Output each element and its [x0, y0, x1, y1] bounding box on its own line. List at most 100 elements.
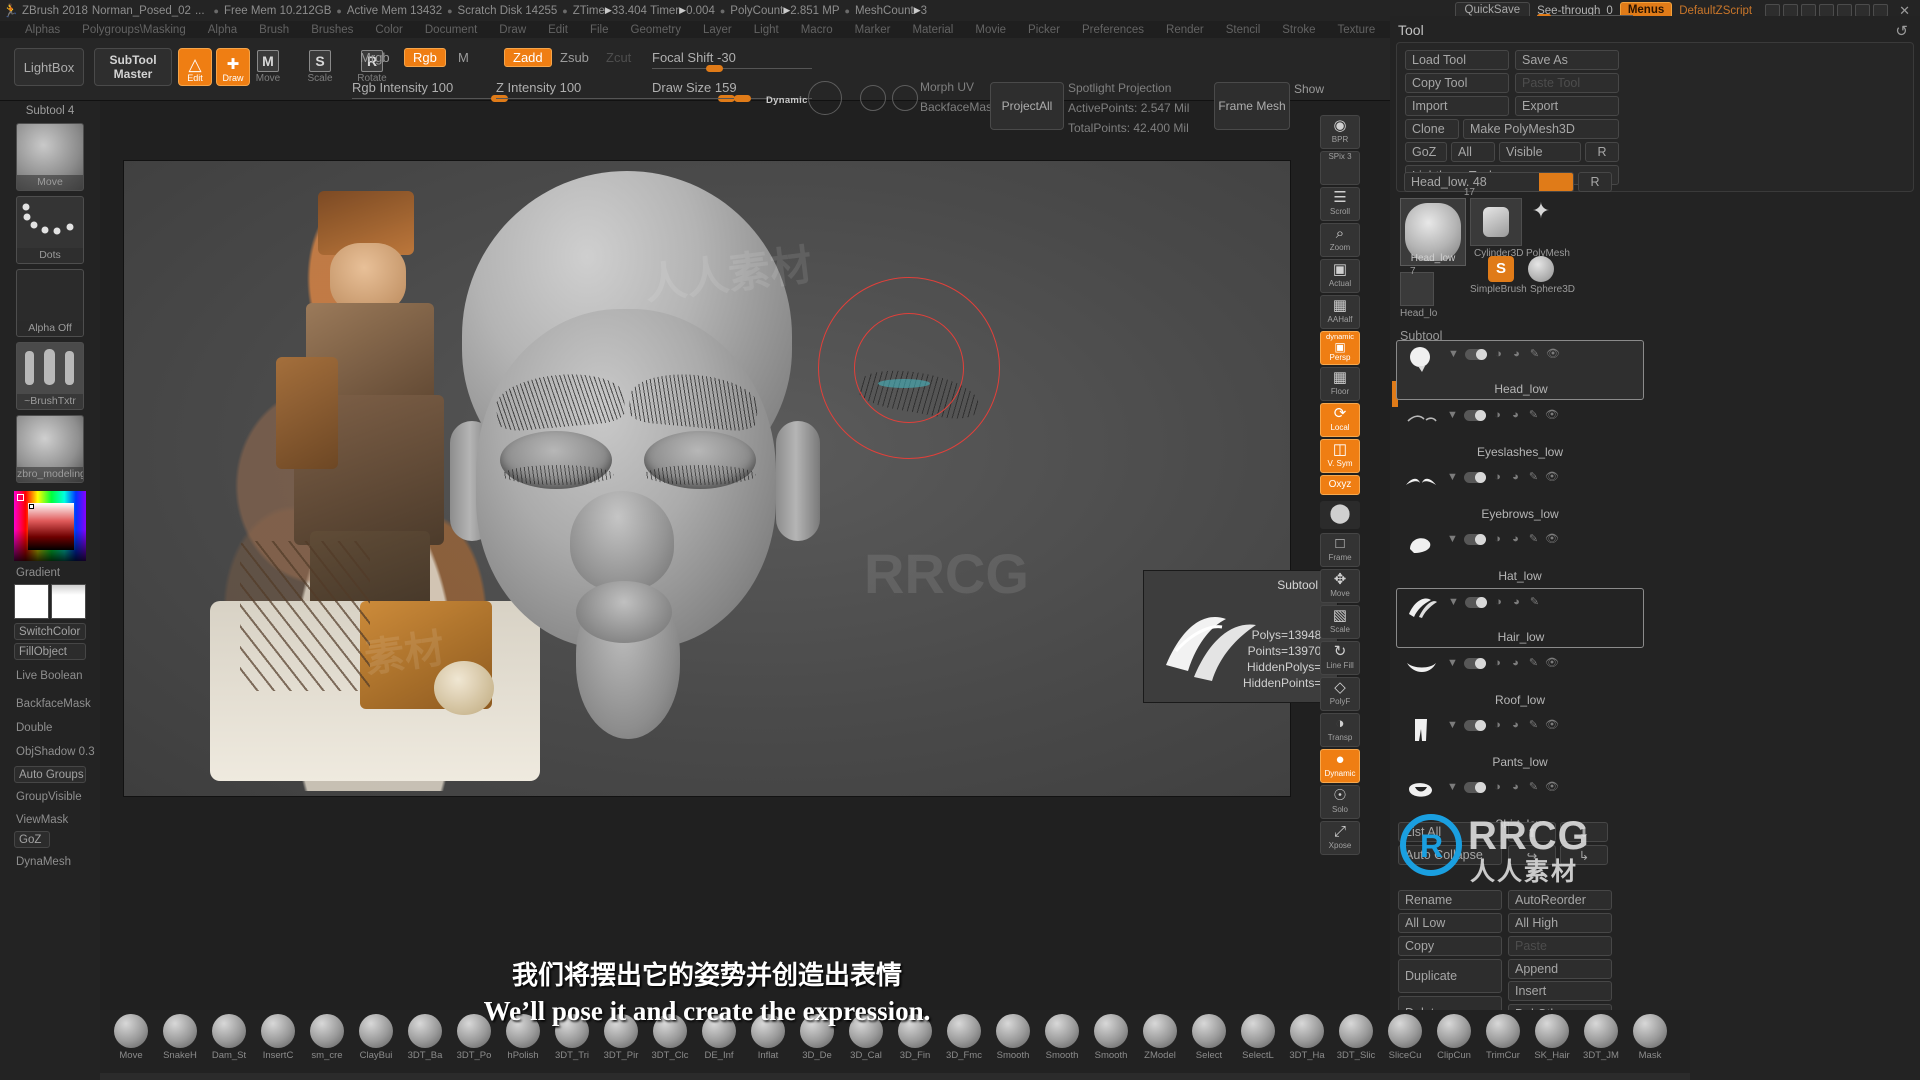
subtool-eye-icon[interactable]: 👁 — [1545, 781, 1559, 794]
rgb-toggle[interactable]: Rgb — [404, 48, 446, 67]
subtool-halfmoon-icon[interactable]: ◕ — [1509, 471, 1522, 484]
subtool-paint-icon[interactable]: ✎ — [1528, 596, 1541, 609]
all-low-button[interactable]: All Low — [1398, 913, 1502, 933]
color-picker[interactable] — [14, 491, 86, 561]
menu-item-marker[interactable]: Marker — [844, 24, 902, 36]
subtool-eye-icon[interactable]: 👁 — [1545, 409, 1559, 422]
brush-icon[interactable] — [1437, 1014, 1471, 1048]
subtool-collapse-icon[interactable]: ▼ — [1446, 719, 1459, 732]
primary-color-swatch[interactable] — [14, 584, 49, 619]
subtool-row-hair-low[interactable]: ▼ ◑ ◕ ✎ Hair_low — [1396, 588, 1644, 648]
focal-shift-knob[interactable] — [706, 65, 723, 72]
subtool-collapse-icon[interactable]: ▼ — [1446, 471, 1459, 484]
subtool-shadow-icon[interactable]: ◑ — [1491, 781, 1504, 794]
view-mask-button[interactable]: ViewMask — [16, 814, 68, 826]
menu-item-draw[interactable]: Draw — [488, 24, 537, 36]
menu-item-movie[interactable]: Movie — [964, 24, 1017, 36]
subtool-collapse-icon[interactable]: ▼ — [1446, 533, 1459, 546]
subtool-visibility-toggle[interactable] — [1464, 472, 1486, 483]
brush-icon[interactable] — [1339, 1014, 1373, 1048]
current-tool-r-button[interactable]: R — [1578, 172, 1612, 192]
objshadow-slider[interactable]: ObjShadow 0.3 — [16, 746, 95, 758]
scale-gizmo-button[interactable]: ▧ Scale — [1320, 605, 1360, 639]
subtool-shadow-icon[interactable]: ◑ — [1491, 409, 1504, 422]
zadd-toggle[interactable]: Zadd — [504, 48, 552, 67]
subtool-visibility-toggle[interactable] — [1464, 658, 1486, 669]
subtool-paint-icon[interactable]: ✎ — [1527, 471, 1540, 484]
bpr-button[interactable]: ◉ BPR — [1320, 115, 1360, 149]
rename-button[interactable]: Rename — [1398, 890, 1502, 910]
save-as-button[interactable]: Save As — [1515, 50, 1619, 70]
subtool-visibility-toggle[interactable] — [1464, 720, 1486, 731]
menu-item-material[interactable]: Material — [901, 24, 964, 36]
solo-button[interactable]: ☉ Solo — [1320, 785, 1360, 819]
subtool-visibility-toggle[interactable] — [1464, 410, 1486, 421]
secondary-color-swatch[interactable] — [51, 584, 86, 619]
aahalf-button[interactable]: ▦ AAHalf — [1320, 295, 1360, 329]
brush-icon[interactable] — [1290, 1014, 1324, 1048]
insert-button[interactable]: Insert — [1508, 981, 1612, 1001]
menu-item-edit[interactable]: Edit — [537, 24, 579, 36]
sphere3d-icon[interactable] — [1528, 256, 1554, 282]
scroll-button[interactable]: ☰ Scroll — [1320, 187, 1360, 221]
zoom-button[interactable]: ⌕ Zoom — [1320, 223, 1360, 257]
export-button[interactable]: Export — [1515, 96, 1619, 116]
subtool-master-button[interactable]: SubTool Master — [94, 48, 172, 86]
menu-item-document[interactable]: Document — [414, 24, 488, 36]
group-visible-button[interactable]: GroupVisible — [16, 791, 82, 803]
menu-item-alpha[interactable]: Alpha — [197, 24, 248, 36]
material-sphere-icon[interactable] — [808, 81, 842, 115]
spotlight-s-icon[interactable] — [860, 85, 886, 111]
import-button[interactable]: Import — [1405, 96, 1509, 116]
gradient-label[interactable]: Gradient — [16, 567, 60, 579]
actual-button[interactable]: ▣ Actual — [1320, 259, 1360, 293]
subtool-halfmoon-icon[interactable]: ◕ — [1509, 781, 1522, 794]
subtool-halfmoon-icon[interactable]: ◕ — [1509, 719, 1522, 732]
subtool-eye-icon[interactable]: 👁 — [1545, 533, 1559, 546]
menu-item-texture[interactable]: Texture — [1327, 24, 1387, 36]
sphere-preview-button[interactable]: ⬤ — [1320, 501, 1360, 529]
draw-mode-button[interactable]: ✚ Draw — [216, 48, 250, 86]
all-high-button[interactable]: All High — [1508, 913, 1612, 933]
subtool-paint-icon[interactable]: ✎ — [1527, 781, 1540, 794]
brush-icon[interactable] — [1486, 1014, 1520, 1048]
duplicate-button[interactable]: Duplicate — [1398, 959, 1502, 993]
current-material-thumbnail[interactable]: zbro_modeling — [16, 415, 84, 483]
bottom-scrollbar[interactable] — [100, 1073, 1690, 1080]
dynamic-button[interactable]: ● Dynamic — [1320, 749, 1360, 783]
menu-item-file[interactable]: File — [579, 24, 620, 36]
dynamesh-button[interactable]: DynaMesh — [16, 856, 71, 868]
menu-item-light[interactable]: Light — [743, 24, 790, 36]
edit-mode-button[interactable]: △ Edit — [178, 48, 212, 86]
double-button[interactable]: Double — [16, 722, 52, 734]
move-mode-button[interactable]: M Move — [246, 48, 290, 92]
menu-item-color[interactable]: Color — [364, 24, 413, 36]
menu-item-alphas[interactable]: Alphas — [14, 24, 71, 36]
subtool-paint-icon[interactable]: ✎ — [1527, 719, 1540, 732]
zcut-toggle[interactable]: Zcut — [598, 49, 639, 66]
floor-button[interactable]: ▦ Floor — [1320, 367, 1360, 401]
goz-button[interactable]: GoZ — [14, 831, 50, 848]
copy-tool-button[interactable]: Copy Tool — [1405, 73, 1509, 93]
focal-shift-slider[interactable]: Focal Shift -30 — [652, 50, 812, 72]
goz-panel-button[interactable]: GoZ — [1405, 142, 1447, 162]
goz-r-button[interactable]: R — [1585, 142, 1619, 162]
subtool-paint-icon[interactable]: ✎ — [1527, 533, 1540, 546]
subtool-halfmoon-icon[interactable]: ◕ — [1510, 348, 1523, 361]
make-polymesh3d-button[interactable]: Make PolyMesh3D — [1463, 119, 1619, 139]
current-tool-slider[interactable]: Head_low. 48 — [1404, 172, 1574, 192]
subtool-eye-icon[interactable]: 👁 — [1545, 471, 1559, 484]
menu-item-stroke[interactable]: Stroke — [1271, 24, 1326, 36]
tool-thumbnail-head-lo[interactable] — [1400, 272, 1434, 306]
menu-item-polygroups-masking[interactable]: Polygroups\Masking — [71, 24, 197, 36]
star-brush-icon[interactable]: ✦ — [1524, 198, 1558, 232]
menu-item-geometry[interactable]: Geometry — [620, 24, 693, 36]
subtool-shadow-icon[interactable]: ◑ — [1491, 719, 1504, 732]
project-all-button[interactable]: ProjectAll — [990, 82, 1064, 130]
xpose-button[interactable]: ⤢ Xpose — [1320, 821, 1360, 855]
copy-button[interactable]: Copy — [1398, 936, 1502, 956]
paste-button[interactable]: Paste — [1508, 936, 1612, 956]
menu-item-preferences[interactable]: Preferences — [1071, 24, 1155, 36]
paste-tool-button[interactable]: Paste Tool — [1515, 73, 1619, 93]
zsub-toggle[interactable]: Zsub — [552, 49, 597, 66]
